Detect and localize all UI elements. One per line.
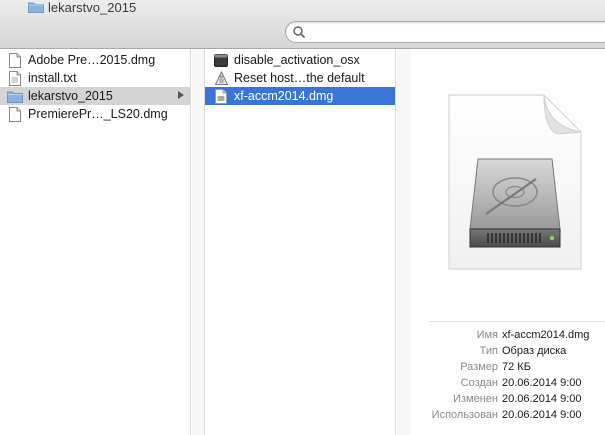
list-item[interactable]: Reset host…the default: [205, 69, 395, 87]
info-value: 20.06.2014 9:00: [502, 377, 582, 389]
search-icon: [293, 26, 306, 39]
list-item-selected[interactable]: xf-accm2014.dmg: [205, 87, 395, 105]
preview-pane: Имя xf-accm2014.dmg Тип Образ диска Разм…: [411, 49, 605, 435]
info-value: 72 КБ: [502, 361, 531, 373]
info-divider: [429, 321, 605, 322]
column-divider[interactable]: [397, 49, 411, 435]
info-value: Образ диска: [502, 345, 567, 357]
info-key: Изменен: [453, 393, 498, 405]
document-icon: [7, 52, 23, 68]
info-value: 20.06.2014 9:00: [502, 393, 582, 405]
list-item[interactable]: Adobe Pre…2015.dmg: [0, 51, 190, 69]
info-value: 20.06.2014 9:00: [502, 409, 582, 421]
info-key: Тип: [479, 345, 498, 357]
info-row-modified: Изменен 20.06.2014 9:00: [411, 393, 605, 409]
info-row-size: Размер 72 КБ: [411, 361, 605, 377]
list-item-label: disable_activation_osx: [234, 53, 360, 67]
column-1[interactable]: Adobe Pre…2015.dmg install.txt lekarstvo…: [0, 49, 191, 435]
info-row-kind: Тип Образ диска: [411, 345, 605, 361]
window-title: lekarstvo_2015: [28, 0, 136, 15]
folder-icon: [28, 2, 44, 13]
disk-image-icon: [213, 88, 229, 104]
info-row-name: Имя xf-accm2014.dmg: [411, 329, 605, 345]
finder-toolbar: lekarstvo_2015: [0, 0, 605, 49]
folder-icon: [7, 88, 23, 104]
script-icon: [213, 70, 229, 86]
disclosure-arrow-icon: [178, 91, 184, 99]
info-row-last-opened: Использован 20.06.2014 9:00: [411, 409, 605, 425]
info-key: Создан: [460, 377, 498, 389]
search-field[interactable]: [285, 21, 605, 43]
list-item-label: Reset host…the default: [234, 71, 365, 85]
list-item[interactable]: PremierePr…_LS20.dmg: [0, 105, 190, 123]
list-item-label: lekarstvo_2015: [28, 89, 113, 103]
list-item-label: Adobe Pre…2015.dmg: [28, 53, 156, 67]
document-icon: [7, 106, 23, 122]
text-file-icon: [7, 70, 23, 86]
hard-disk-icon: [448, 94, 582, 270]
list-item-label: xf-accm2014.dmg: [234, 89, 334, 103]
info-value: xf-accm2014.dmg: [502, 329, 590, 341]
list-item-selected-folder[interactable]: lekarstvo_2015: [0, 87, 190, 105]
info-key: Использован: [431, 409, 498, 421]
list-item-label: PremierePr…_LS20.dmg: [28, 107, 168, 121]
info-key: Размер: [460, 361, 498, 373]
window-title-text: lekarstvo_2015: [48, 0, 137, 15]
list-item-label: install.txt: [28, 71, 77, 85]
info-row-created: Создан 20.06.2014 9:00: [411, 377, 605, 393]
search-input[interactable]: [310, 24, 600, 40]
column-2[interactable]: disable_activation_osx Reset host…the de…: [204, 49, 396, 435]
terminal-icon: [213, 52, 229, 68]
info-key: Имя: [476, 329, 498, 341]
column-divider[interactable]: [192, 49, 204, 435]
list-item[interactable]: install.txt: [0, 69, 190, 87]
list-item[interactable]: disable_activation_osx: [205, 51, 395, 69]
